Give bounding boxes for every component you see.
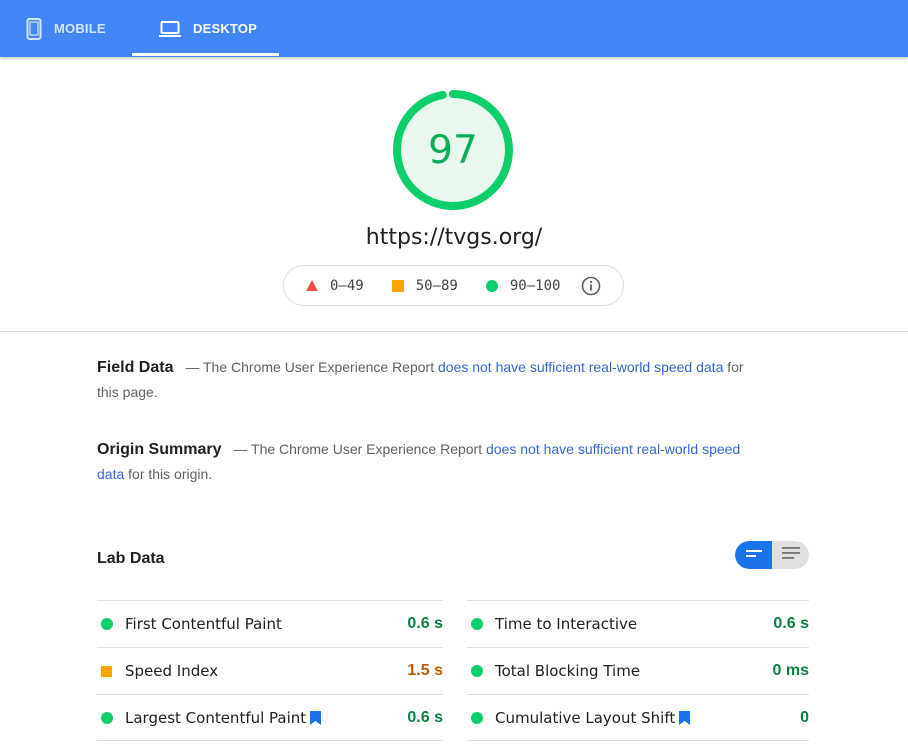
square-icon (391, 279, 404, 292)
expanded-view-button[interactable] (772, 541, 809, 569)
metric-label: Total Blocking Time (495, 662, 641, 680)
metric-value: 0.6 s (773, 615, 809, 632)
lab-data-title: Lab Data (97, 550, 165, 567)
legend-item-pass: 90–100 (485, 277, 561, 294)
tab-desktop[interactable]: DESKTOP (132, 0, 279, 57)
metric-row: Total Blocking Time 0 ms (467, 647, 809, 694)
average-square-icon (97, 665, 125, 677)
lab-metrics-right-column: Time to Interactive 0.6 s Total Blocking… (467, 600, 809, 741)
lab-metrics-left-column: First Contentful Paint 0.6 s Speed Index… (97, 600, 443, 741)
metric-value: 1.5 s (407, 662, 443, 679)
long-text-icon (781, 546, 800, 564)
analyzed-url: https://tvgs.org/ (365, 225, 543, 250)
pass-circle-icon (467, 665, 495, 677)
origin-summary-prefix: — The Chrome User Experience Report (233, 441, 483, 457)
circle-icon (485, 279, 498, 292)
metric-label: Time to Interactive (495, 615, 638, 633)
metric-row: First Contentful Paint 0.6 s (97, 600, 443, 647)
selected-tab-indicator (132, 53, 279, 56)
pass-circle-icon (97, 618, 125, 630)
metric-label: Speed Index (125, 662, 219, 680)
metric-value: 0 ms (772, 662, 809, 679)
tab-mobile[interactable]: MOBILE (0, 0, 132, 57)
metric-row: Largest Contentful Paint 0.6 s (97, 694, 443, 741)
legend-label-fail: 0–49 (330, 277, 364, 294)
laptop-icon (159, 20, 181, 38)
origin-summary-title: Origin Summary (97, 441, 222, 458)
bookmark-flag-icon (310, 710, 322, 725)
pass-circle-icon (97, 711, 125, 724)
field-data-prefix: — The Chrome User Experience Report (185, 359, 435, 375)
origin-summary-suffix: for this origin. (128, 466, 213, 482)
info-icon[interactable] (581, 276, 601, 296)
triangle-icon (306, 280, 318, 291)
metric-value: 0.6 s (407, 708, 443, 726)
legend-label-average: 50–89 (415, 277, 458, 294)
tab-mobile-label: MOBILE (54, 21, 106, 36)
metric-value: 0.6 s (407, 615, 443, 632)
legend-item-average: 50–89 (391, 277, 458, 294)
performance-score-value: 97 (428, 127, 478, 173)
metric-label: Cumulative Layout Shift (495, 708, 676, 727)
score-legend: 0–49 50–89 90–100 (283, 265, 624, 306)
legend-label-pass: 90–100 (509, 277, 561, 294)
metric-view-toggle (735, 541, 809, 569)
field-data-title: Field Data (97, 359, 174, 376)
compact-view-button[interactable] (735, 541, 772, 569)
performance-score-gauge: 97 (391, 88, 515, 212)
section-divider (0, 331, 908, 332)
smartphone-icon (26, 17, 42, 40)
metric-value: 0 (800, 708, 809, 726)
bookmark-flag-icon (679, 710, 691, 725)
metric-row: Time to Interactive 0.6 s (467, 600, 809, 647)
short-text-icon (745, 546, 762, 564)
metric-label: First Contentful Paint (125, 615, 282, 633)
tab-desktop-label: DESKTOP (193, 21, 258, 36)
metric-label: Largest Contentful Paint (125, 708, 307, 727)
legend-item-fail: 0–49 (306, 278, 364, 294)
pass-circle-icon (467, 711, 495, 724)
origin-summary-section: Origin Summary — The Chrome User Experie… (97, 437, 747, 487)
field-data-section: Field Data — The Chrome User Experience … (97, 355, 747, 405)
report-tab-bar: MOBILE DESKTOP (0, 0, 908, 57)
pass-circle-icon (467, 618, 495, 630)
metric-row: Cumulative Layout Shift 0 (467, 694, 809, 741)
field-data-link[interactable]: does not have sufficient real-world spee… (438, 359, 723, 375)
metric-row: Speed Index 1.5 s (97, 647, 443, 694)
